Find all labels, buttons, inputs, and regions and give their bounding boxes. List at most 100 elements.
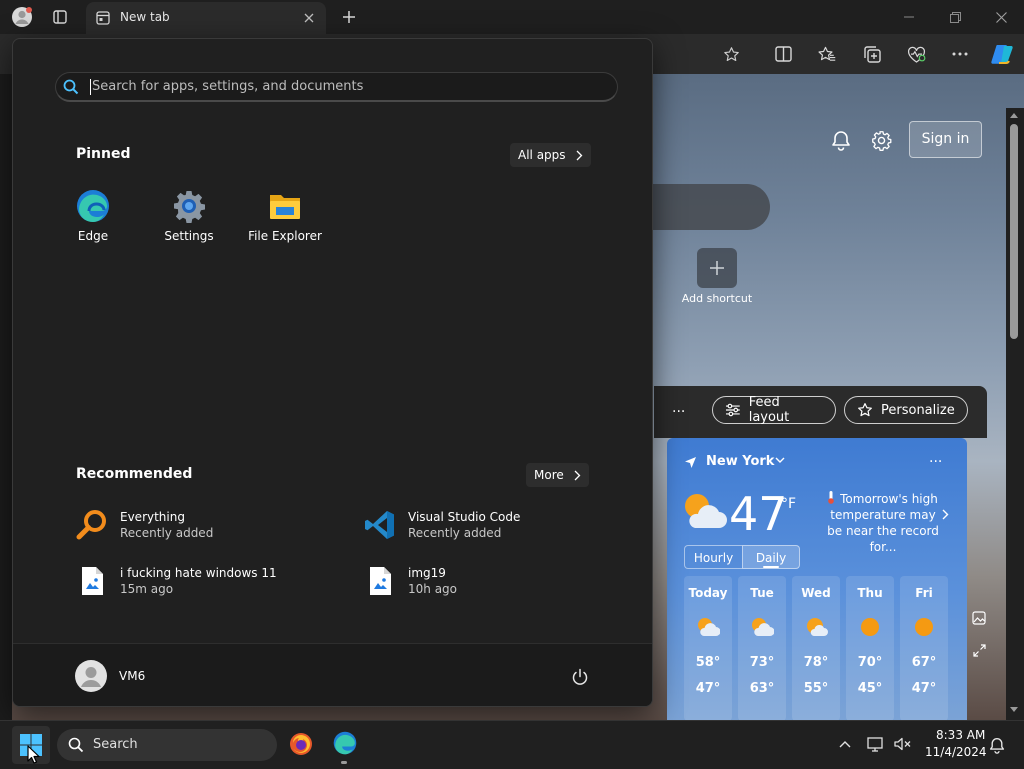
forecast-day-label: Fri [915, 586, 933, 600]
tab-new-tab[interactable]: New tab [86, 2, 326, 34]
pinned-app-label: File Explorer [248, 229, 322, 243]
feed-toolbar: ... Feed layout Personalize [654, 386, 987, 438]
network-icon[interactable] [866, 735, 886, 753]
forecast-high: 73° [749, 655, 775, 670]
recommended-item[interactable]: i fucking hate windows 11 15m ago [76, 565, 277, 597]
image-info-icon[interactable] [970, 609, 988, 627]
feed-layout-label: Feed layout [748, 395, 790, 425]
temperature-unit[interactable]: °F [781, 496, 796, 512]
new-tab-plus-icon[interactable] [338, 6, 360, 28]
settings-more-icon[interactable] [949, 43, 971, 65]
alert-chevron-right-icon[interactable] [942, 509, 949, 520]
sign-in-label: Sign in [921, 131, 970, 147]
all-apps-button[interactable]: All apps [510, 143, 591, 167]
page-scrollbar-thumb[interactable] [1010, 124, 1018, 339]
firefox-icon[interactable] [288, 731, 314, 757]
notifications-bell-icon[interactable] [828, 127, 854, 153]
profile-avatar-icon[interactable] [10, 5, 34, 29]
personalize-label: Personalize [881, 402, 955, 418]
recommended-item[interactable]: Everything Recently added [76, 509, 213, 541]
hourly-tab[interactable]: Hourly [684, 545, 742, 569]
expand-icon[interactable] [970, 641, 988, 659]
start-menu: Search for apps, settings, and documents… [12, 38, 653, 707]
feed-more-button[interactable]: ... [672, 400, 685, 416]
forecast-day-label: Today [688, 586, 728, 600]
daily-tab-indicator [763, 566, 779, 568]
forecast-high: 67° [911, 655, 937, 670]
clock-date[interactable]: 11/4/2024 [925, 745, 987, 759]
recommended-item[interactable]: Visual Studio Code Recently added [364, 509, 520, 541]
forecast-day[interactable]: Fri 67° 47° [900, 576, 948, 720]
pinned-app-settings[interactable]: Settings [144, 189, 234, 243]
favorites-icon[interactable] [816, 43, 838, 65]
image-file-icon [364, 565, 396, 597]
sign-in-button[interactable]: Sign in [909, 121, 982, 158]
current-temperature: 47 [729, 487, 788, 541]
everything-search-icon [76, 509, 108, 541]
weather-card[interactable]: New York ... 47 °F Tomorrow's high tempe… [667, 438, 967, 720]
add-shortcut-tile[interactable]: Add shortcut [680, 246, 754, 316]
user-account-button[interactable]: VM6 [75, 660, 145, 692]
add-shortcut-label: Add shortcut [681, 292, 753, 305]
scroll-up-arrow-icon[interactable] [1008, 110, 1020, 120]
recommended-item-name: Visual Studio Code [408, 510, 521, 524]
partly-cloudy-icon [696, 616, 720, 638]
power-icon[interactable] [569, 666, 591, 688]
recommended-item-sub: 15m ago [120, 582, 174, 596]
edge-running-indicator [341, 761, 347, 764]
collections-icon[interactable] [861, 43, 883, 65]
page-settings-gear-icon[interactable] [868, 127, 894, 153]
forecast-day-label: Wed [801, 586, 831, 600]
close-window-icon[interactable] [990, 7, 1012, 27]
weather-more-button[interactable]: ... [929, 450, 942, 466]
tab-title: New tab [120, 10, 170, 24]
minimize-icon[interactable] [898, 7, 920, 27]
split-screen-icon[interactable] [772, 43, 794, 65]
start-search-box[interactable]: Search for apps, settings, and documents [55, 72, 618, 102]
forecast-low: 45° [857, 681, 883, 696]
more-button[interactable]: More [526, 463, 589, 487]
notifications-icon[interactable] [987, 735, 1007, 755]
recommended-item-sub: 10h ago [408, 582, 458, 596]
browser-titlebar: New tab [0, 0, 1024, 34]
feed-layout-sliders-icon [725, 403, 740, 417]
taskbar-search-box[interactable]: Search [57, 729, 277, 761]
recommended-item[interactable]: img19 10h ago [364, 565, 457, 597]
more-label: More [534, 468, 564, 482]
volume-muted-icon[interactable] [892, 735, 912, 753]
taskbar: Search 8:33 AM 11/4/2024 [0, 720, 1024, 769]
browser-essentials-icon[interactable] [905, 43, 927, 65]
pinned-app-edge[interactable]: Edge [48, 189, 138, 243]
close-tab-icon[interactable] [302, 11, 316, 25]
feed-layout-button[interactable]: Feed layout [712, 395, 836, 425]
pinned-app-label: Settings [164, 229, 214, 243]
edge-taskbar-icon[interactable] [332, 730, 358, 756]
pinned-title: Pinned [76, 146, 131, 162]
personalize-button[interactable]: Personalize [844, 396, 968, 424]
search-icon [63, 79, 79, 95]
forecast-day[interactable]: Wed 78° 55° [792, 576, 840, 720]
forecast-day[interactable]: Tue 73° 63° [738, 576, 786, 720]
weather-alert-text[interactable]: Tomorrow's high temperature may be near … [825, 491, 941, 555]
weather-location[interactable]: New York [706, 454, 774, 469]
pinned-app-label: Edge [77, 229, 109, 243]
recommended-item-sub: Recently added [120, 526, 214, 540]
favorite-star-icon[interactable] [720, 43, 742, 65]
forecast-day[interactable]: Thu 70° 45° [846, 576, 894, 720]
current-weather-partly-cloudy-icon [681, 490, 727, 532]
restore-icon[interactable] [944, 7, 966, 27]
location-chevron-down-icon[interactable] [775, 457, 785, 464]
forecast-day[interactable]: Today 58° 47° [684, 576, 732, 720]
user-name: VM6 [119, 669, 146, 683]
copilot-icon[interactable] [989, 41, 1015, 67]
partly-cloudy-icon [804, 616, 828, 638]
recommended-item-name: Everything [120, 510, 185, 524]
show-hidden-icons-chevron-up-icon[interactable] [836, 735, 854, 753]
pinned-app-file-explorer[interactable]: File Explorer [240, 189, 330, 243]
scroll-down-arrow-icon[interactable] [1008, 704, 1020, 714]
tab-actions-icon[interactable] [50, 7, 70, 27]
forecast-low: 47° [695, 681, 721, 696]
chevron-right-icon [576, 150, 582, 160]
edge-icon [76, 189, 110, 223]
clock-time[interactable]: 8:33 AM [936, 728, 985, 742]
